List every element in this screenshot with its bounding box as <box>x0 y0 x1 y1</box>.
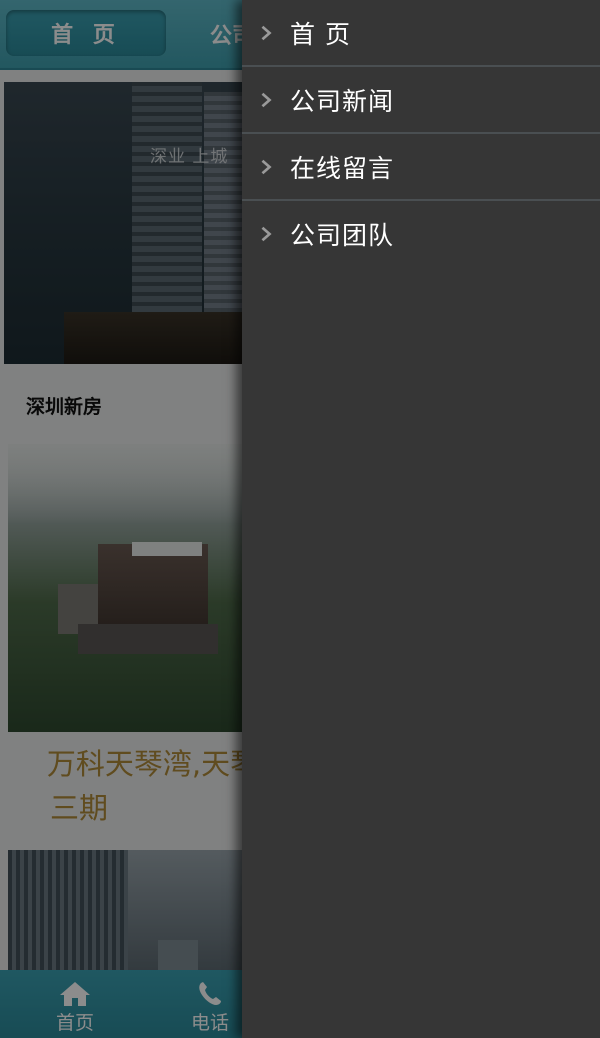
chevron-right-icon <box>261 226 272 241</box>
drawer-item-label: 公司新闻 <box>290 86 395 116</box>
drawer-item-company-team[interactable]: 公司团队 <box>242 201 600 266</box>
chevron-right-icon <box>261 92 272 107</box>
drawer-item-label: 首 页 <box>290 19 351 49</box>
drawer-item-company-news[interactable]: 公司新闻 <box>242 67 600 134</box>
side-drawer-menu: 首 页 公司新闻 在线留言 公司团队 <box>242 0 600 1038</box>
drawer-item-home[interactable]: 首 页 <box>242 0 600 67</box>
drawer-item-label: 公司团队 <box>290 220 395 250</box>
chevron-right-icon <box>261 159 272 174</box>
chevron-right-icon <box>261 25 272 40</box>
drawer-item-label: 在线留言 <box>290 153 395 183</box>
drawer-item-online-message[interactable]: 在线留言 <box>242 134 600 201</box>
